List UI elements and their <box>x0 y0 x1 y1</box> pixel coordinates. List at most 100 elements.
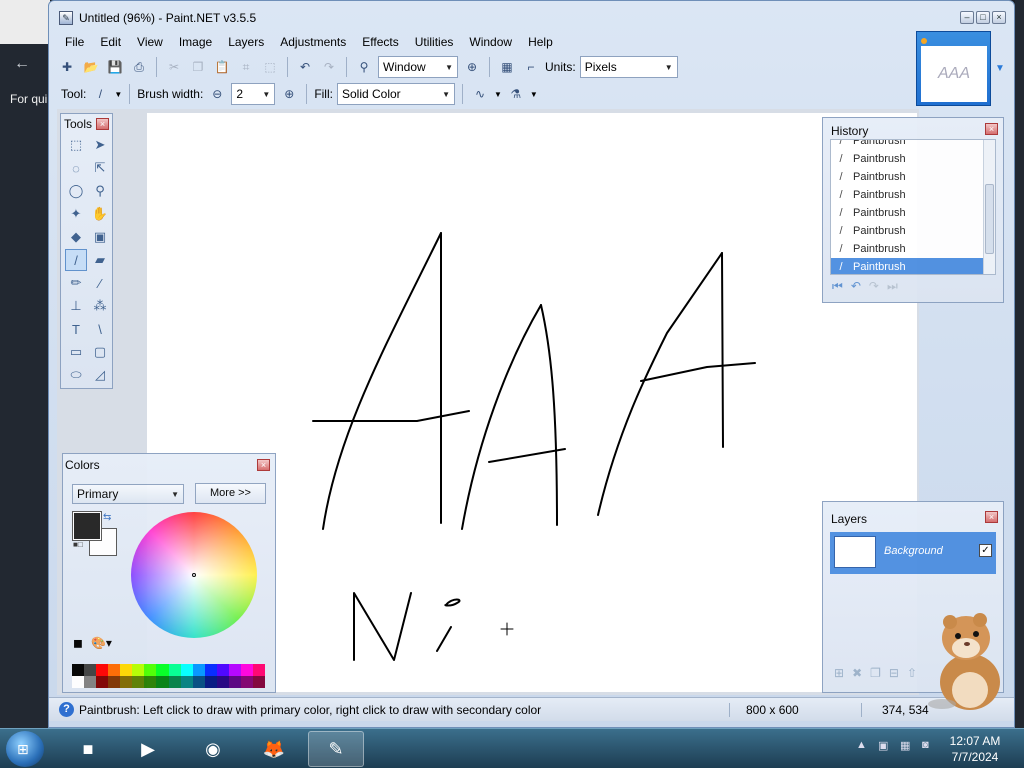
print-icon[interactable]: ⎙ <box>129 57 149 77</box>
history-item[interactable]: / Paintbrush <box>831 186 995 204</box>
palette-swatch[interactable] <box>120 676 133 688</box>
palette-swatch[interactable] <box>72 676 85 688</box>
current-tool-paintbrush-icon[interactable]: / <box>90 84 110 104</box>
close-icon[interactable]: × <box>96 118 109 130</box>
deselect-icon[interactable]: ⬚ <box>260 57 280 77</box>
palette-swatch[interactable] <box>192 676 205 688</box>
reset-colors-icon[interactable]: ■□ <box>73 540 83 549</box>
pan-icon[interactable]: ✋ <box>89 203 111 225</box>
cut-icon[interactable]: ✂ <box>164 57 184 77</box>
paste-icon[interactable]: 📋 <box>212 57 232 77</box>
move-layer-up-icon[interactable]: ⇧ <box>907 666 917 680</box>
color-wheel[interactable] <box>131 512 257 638</box>
recolor-icon[interactable]: ⁂ <box>89 295 111 317</box>
crop-icon[interactable]: ⌗ <box>236 57 256 77</box>
rectangle-icon[interactable]: ▭ <box>65 341 87 363</box>
volume-icon[interactable]: ◙ <box>922 739 940 757</box>
color-wheel-marker[interactable] <box>192 573 196 577</box>
redo-icon[interactable]: ↷ <box>319 57 339 77</box>
antialiasing-icon[interactable]: ∿ <box>470 84 490 104</box>
color-picker-icon[interactable]: ⁄ <box>89 272 111 294</box>
chevron-down-icon[interactable]: ▼ <box>114 90 122 99</box>
history-item[interactable]: / Paintbrush <box>831 204 995 222</box>
history-scrollbar[interactable] <box>983 140 995 274</box>
palette-swatch[interactable] <box>228 664 241 676</box>
close-icon[interactable]: × <box>257 459 270 471</box>
network-icon[interactable]: ▦ <box>900 739 918 757</box>
palette-swatch[interactable] <box>144 664 157 676</box>
palette-swatch[interactable] <box>132 676 145 688</box>
back-arrow-icon[interactable]: ← <box>14 55 30 73</box>
palette-swatch[interactable] <box>216 676 229 688</box>
magic-wand-icon[interactable]: ✦ <box>65 203 87 225</box>
swap-colors-icon[interactable]: ⇆ <box>103 512 111 523</box>
history-item[interactable]: / Paintbrush <box>831 140 995 150</box>
rectangle-select-icon[interactable]: ⬚ <box>65 134 87 156</box>
text-icon[interactable]: T <box>65 318 87 340</box>
image-tab-thumbnail[interactable]: AAA <box>916 31 991 106</box>
layer-item-background[interactable]: Background ✓ <box>830 532 996 574</box>
palette-menu-icon[interactable]: 🎨▾ <box>91 636 112 650</box>
palette-swatch[interactable] <box>180 664 193 676</box>
chevron-down-icon[interactable]: ▼ <box>995 63 1005 74</box>
save-icon[interactable]: 💾 <box>105 57 125 77</box>
paint-bucket-icon[interactable]: ◆ <box>65 226 87 248</box>
menu-image[interactable]: Image <box>171 33 220 51</box>
palette-swatch[interactable] <box>240 676 253 688</box>
layer-visibility-checkbox[interactable]: ✓ <box>979 544 992 557</box>
merge-layer-icon[interactable]: ⊟ <box>889 666 899 680</box>
palette-swatch[interactable] <box>252 676 265 688</box>
duplicate-layer-icon[interactable]: ❐ <box>870 666 881 680</box>
palette-swatch[interactable] <box>228 676 241 688</box>
clone-stamp-icon[interactable]: ⊥ <box>65 295 87 317</box>
palette-swatch[interactable] <box>108 664 121 676</box>
menu-utilities[interactable]: Utilities <box>407 33 462 51</box>
brush-width-select[interactable]: 2 ▼ <box>231 83 276 105</box>
fill-select[interactable]: Solid Color ▼ <box>336 83 455 105</box>
palette-swatch[interactable] <box>108 676 121 688</box>
close-button[interactable]: × <box>992 11 1006 24</box>
palette-swatch[interactable] <box>204 664 217 676</box>
primary-color-swatch[interactable] <box>72 511 102 541</box>
taskbar-app-terminal[interactable]: ■ <box>60 731 116 767</box>
lasso-select-icon[interactable]: ◌ <box>65 157 87 179</box>
chevron-down-icon[interactable]: ▼ <box>494 90 502 99</box>
palette-swatch[interactable] <box>132 664 145 676</box>
ellipse-icon[interactable]: ⬭ <box>65 364 87 386</box>
fast-forward-icon[interactable]: ⏭ <box>887 279 898 294</box>
increase-width-icon[interactable]: ⊕ <box>279 84 299 104</box>
zoom-in-icon[interactable]: ⊕ <box>462 57 482 77</box>
palette-swatch[interactable] <box>72 664 85 676</box>
add-layer-icon[interactable]: ⊞ <box>834 666 844 680</box>
palette-swatch[interactable] <box>240 664 253 676</box>
title-bar[interactable]: ✎ Untitled (96%) - Paint.NET v3.5.5 – □ … <box>49 1 1014 33</box>
close-icon[interactable]: × <box>985 123 998 135</box>
paintbrush-icon[interactable]: / <box>65 249 87 271</box>
ruler-icon[interactable]: ⌐ <box>521 57 541 77</box>
palette-swatch[interactable] <box>168 664 181 676</box>
palette-swatch[interactable] <box>156 676 169 688</box>
pencil-icon[interactable]: ✏ <box>65 272 87 294</box>
move-selection-icon[interactable]: ➤ <box>89 134 111 156</box>
palette-swatch[interactable] <box>84 664 97 676</box>
redo-icon[interactable]: ↷ <box>869 279 879 294</box>
taskbar-app-media-player[interactable]: ▶ <box>120 731 176 767</box>
zoom-tool-icon[interactable]: ⚲ <box>89 180 111 202</box>
palette-swatch[interactable] <box>168 676 181 688</box>
menu-file[interactable]: File <box>57 33 92 51</box>
taskbar-clock[interactable]: 12:07 AM 7/7/2024 <box>940 733 1010 765</box>
undo-icon[interactable]: ↶ <box>295 57 315 77</box>
history-item[interactable]: / Paintbrush <box>831 168 995 186</box>
rounded-rectangle-icon[interactable]: ▢ <box>89 341 111 363</box>
palette-swatch[interactable] <box>192 664 205 676</box>
rewind-icon[interactable]: ⏮ <box>832 279 843 294</box>
menu-layers[interactable]: Layers <box>220 33 272 51</box>
grid-icon[interactable]: ▦ <box>497 57 517 77</box>
menu-adjustments[interactable]: Adjustments <box>272 33 354 51</box>
add-palette-color-icon[interactable]: ◼ <box>73 636 83 650</box>
palette-swatch[interactable] <box>96 664 109 676</box>
new-icon[interactable]: ✚ <box>57 57 77 77</box>
chevron-down-icon[interactable]: ▼ <box>530 90 538 99</box>
open-icon[interactable]: 📂 <box>81 57 101 77</box>
maximize-button[interactable]: □ <box>976 11 990 24</box>
